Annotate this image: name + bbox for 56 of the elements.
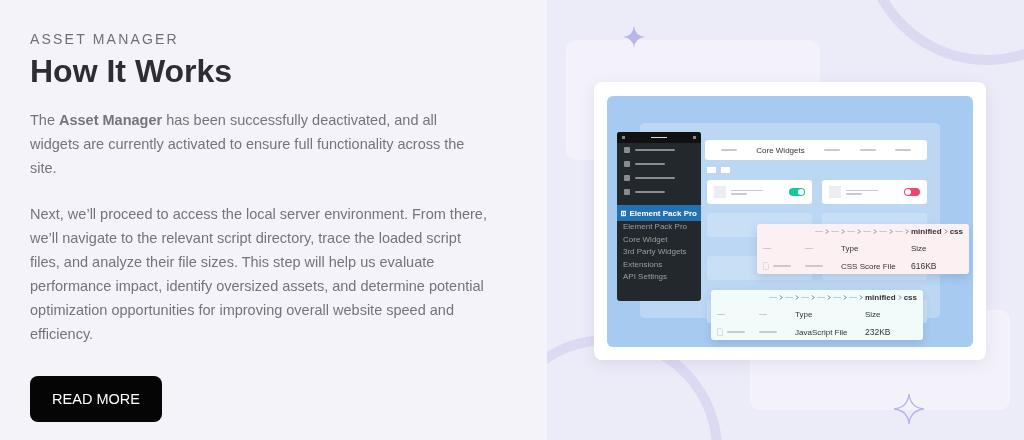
- submenu-item[interactable]: Element Pack Pro: [617, 221, 701, 234]
- chevron-icon: [897, 295, 902, 300]
- tab-label: Core Widgets: [756, 145, 805, 155]
- submenu-item[interactable]: Extensions: [617, 258, 701, 271]
- table-cell-text: JavaScript File: [795, 327, 849, 337]
- chevron-icon: [824, 229, 829, 234]
- menu-icon: [622, 136, 625, 139]
- table-cell-text: 232KB: [865, 327, 892, 337]
- body-paragraph: The Asset Manager has been successfully deactivated, and all widgets are currently activated to ensure full functionality across the site.: [30, 111, 466, 178]
- menu-icon: [624, 147, 630, 153]
- sidebar-item[interactable]: Element Pack Pro: [617, 205, 701, 221]
- chevron-icon: [810, 295, 815, 300]
- column-header: Type: [841, 244, 860, 253]
- chevron-icon: [826, 295, 831, 300]
- column-header: Size: [865, 310, 882, 319]
- body-paragraph: Next, we’ll proceed to access the local server environment. From there, we’ll navigate to the relevant script directory, trace the loaded script files, and analyze their file sizes. This step will help us evaluate performance impact, identify oversized assets, and determine potential optimization opportunities for improving overall website speed and efficiency.: [30, 205, 487, 344]
- menu-icon: [693, 136, 696, 139]
- toggle-switch[interactable]: [904, 188, 920, 196]
- read-more-button[interactable]: READ MORE: [30, 376, 162, 422]
- chevron-icon: [856, 229, 861, 234]
- chevron-icon: [858, 295, 863, 300]
- text-placeholder: [717, 313, 725, 316]
- breadcrumb-item[interactable]: css: [903, 293, 917, 302]
- submenu-item[interactable]: Core Widget: [617, 233, 701, 246]
- chevron-icon: [842, 295, 847, 300]
- sparkle-icon: [894, 394, 924, 424]
- sparkle-icon: [623, 26, 645, 48]
- toggle-switch[interactable]: [789, 188, 805, 196]
- chevron-icon: [840, 229, 845, 234]
- breadcrumb-item[interactable]: minified: [910, 227, 942, 236]
- column-header: Type: [795, 310, 814, 319]
- column-header: Size: [911, 244, 928, 253]
- menu-icon: [624, 161, 630, 167]
- file-icon: [763, 262, 769, 270]
- table-cell-text: CSS Score File: [841, 261, 897, 271]
- chevron-icon: [904, 229, 909, 234]
- menu-icon: [624, 175, 630, 181]
- chevron-icon: [872, 229, 877, 234]
- breadcrumb-item[interactable]: css: [949, 227, 963, 236]
- chevron-icon: [778, 295, 783, 300]
- file-icon: [717, 328, 723, 336]
- text-placeholder: [805, 247, 813, 250]
- breadcrumb-item[interactable]: minified: [864, 293, 896, 302]
- text-placeholder: [763, 247, 771, 250]
- text-placeholder: [759, 313, 767, 316]
- section-eyebrow: ASSET MANAGER: [30, 31, 179, 47]
- submenu-item[interactable]: 3rd Party Widgets: [617, 246, 701, 259]
- menu-icon: [624, 189, 630, 195]
- logo-icon: [621, 209, 627, 217]
- chevron-icon: [888, 229, 893, 234]
- table-cell-text: 616KB: [911, 261, 938, 271]
- chevron-icon: [794, 295, 799, 300]
- chevron-icon: [943, 229, 948, 234]
- text-placeholder: [651, 136, 667, 139]
- section-title: How It Works: [30, 53, 233, 90]
- submenu-item[interactable]: API Settings: [617, 271, 701, 284]
